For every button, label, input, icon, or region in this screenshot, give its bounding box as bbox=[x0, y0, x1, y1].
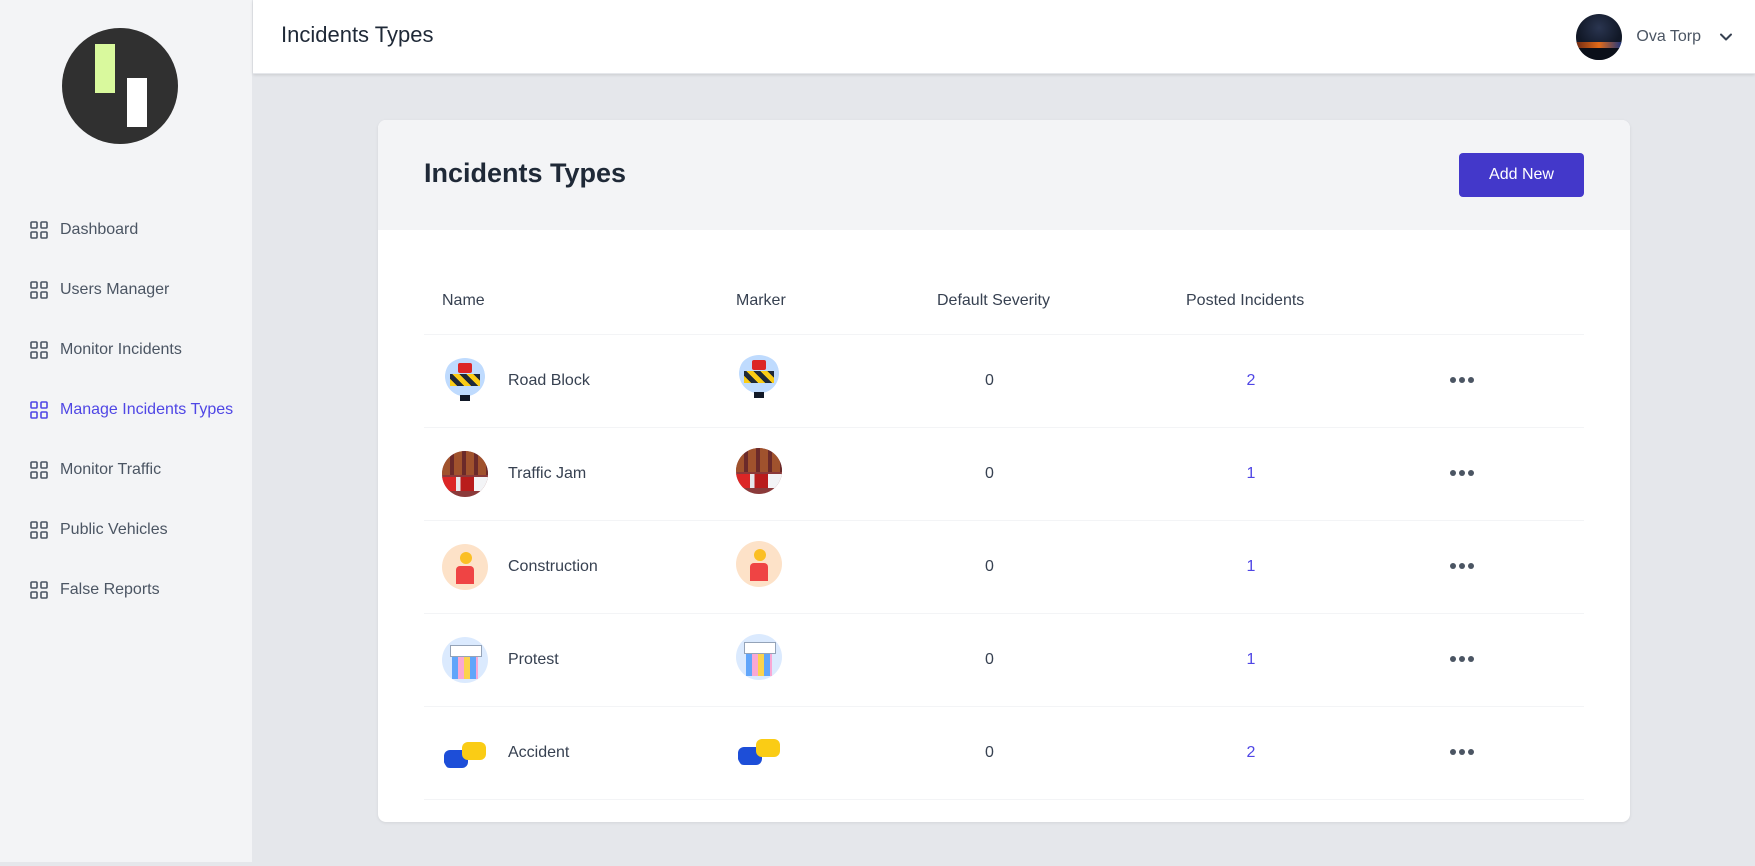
posted-incidents-link[interactable]: 1 bbox=[1186, 465, 1316, 483]
sidebar-item-users-manager[interactable]: Users Manager bbox=[0, 260, 253, 320]
incident-type-name: Accident bbox=[508, 743, 570, 761]
default-severity-value: 0 bbox=[985, 743, 994, 761]
incident-types-table: Name Marker Default Severity Posted Inci… bbox=[424, 268, 1584, 800]
brand-logo-icon[interactable] bbox=[62, 28, 178, 144]
grid-icon bbox=[30, 521, 48, 539]
page-title: Incidents Types bbox=[281, 22, 434, 47]
sidebar: Dashboard Users Manager Monitor Incident… bbox=[0, 0, 253, 862]
column-header-marker[interactable]: Marker bbox=[736, 268, 937, 335]
sidebar-item-label: Users Manager bbox=[60, 281, 170, 298]
default-severity-value: 0 bbox=[985, 371, 994, 389]
grid-icon bbox=[30, 281, 48, 299]
posted-incidents-link[interactable]: 2 bbox=[1186, 372, 1316, 390]
column-header-actions bbox=[1416, 268, 1584, 335]
column-header-default-severity[interactable]: Default Severity bbox=[937, 268, 1186, 335]
table-row: Accident 0 2 bbox=[424, 706, 1584, 800]
default-severity-value: 0 bbox=[985, 557, 994, 575]
accident-icon bbox=[442, 729, 488, 776]
road-block-marker-icon bbox=[736, 355, 782, 401]
table-row: Traffic Jam 0 1 bbox=[424, 427, 1584, 521]
default-severity-value: 0 bbox=[985, 464, 994, 482]
protest-marker-icon bbox=[736, 634, 782, 680]
incident-type-name: Traffic Jam bbox=[508, 464, 587, 482]
accident-marker-icon bbox=[736, 727, 782, 773]
chevron-down-icon[interactable] bbox=[1719, 30, 1733, 44]
more-options-icon[interactable] bbox=[1450, 468, 1476, 478]
sidebar-item-label: False Reports bbox=[60, 581, 160, 598]
user-menu[interactable]: Ova Torp bbox=[1576, 14, 1733, 60]
traffic-jam-icon bbox=[442, 450, 488, 497]
traffic-jam-marker-icon bbox=[736, 448, 782, 494]
table-row: Protest 0 1 bbox=[424, 613, 1584, 707]
sidebar-item-label: Monitor Traffic bbox=[60, 461, 162, 478]
user-name: Ova Torp bbox=[1636, 28, 1701, 45]
sidebar-item-label: Public Vehicles bbox=[60, 521, 168, 538]
more-options-icon[interactable] bbox=[1450, 747, 1476, 757]
grid-icon bbox=[30, 581, 48, 599]
sidebar-item-monitor-traffic[interactable]: Monitor Traffic bbox=[0, 440, 253, 500]
construction-marker-icon bbox=[736, 541, 782, 587]
incident-type-name: Road Block bbox=[508, 371, 590, 389]
grid-icon bbox=[30, 341, 48, 359]
sidebar-item-label: Manage Incidents Types bbox=[60, 401, 234, 418]
sidebar-item-manage-incidents-types[interactable]: Manage Incidents Types bbox=[0, 380, 253, 440]
grid-icon bbox=[30, 401, 48, 419]
add-new-button[interactable]: Add New bbox=[1459, 153, 1584, 197]
incident-types-card: Incidents Types Add New Name Marker Defa… bbox=[378, 120, 1630, 822]
logo-bar-left bbox=[95, 44, 115, 93]
card-title: Incidents Types bbox=[424, 158, 627, 188]
incident-type-name: Protest bbox=[508, 650, 559, 668]
posted-incidents-link[interactable]: 1 bbox=[1186, 651, 1316, 669]
column-header-name[interactable]: Name bbox=[424, 268, 736, 335]
topbar: Incidents Types Ova Torp bbox=[253, 0, 1755, 74]
posted-incidents-link[interactable]: 2 bbox=[1186, 744, 1316, 762]
road-block-icon bbox=[442, 357, 488, 404]
protest-icon bbox=[442, 636, 488, 683]
sidebar-item-false-reports[interactable]: False Reports bbox=[0, 560, 253, 620]
posted-incidents-link[interactable]: 1 bbox=[1186, 558, 1316, 576]
more-options-icon[interactable] bbox=[1450, 654, 1476, 664]
grid-icon bbox=[30, 221, 48, 239]
sidebar-item-label: Dashboard bbox=[60, 221, 139, 238]
sidebar-item-label: Monitor Incidents bbox=[60, 341, 182, 358]
table-header-row: Name Marker Default Severity Posted Inci… bbox=[424, 268, 1584, 335]
incident-type-name: Construction bbox=[508, 557, 598, 575]
grid-icon bbox=[30, 461, 48, 479]
sidebar-item-monitor-incidents[interactable]: Monitor Incidents bbox=[0, 320, 253, 380]
logo-bar-right bbox=[127, 78, 147, 127]
table-row: Construction 0 1 bbox=[424, 520, 1584, 614]
card-header: Incidents Types Add New bbox=[378, 120, 1630, 230]
sidebar-item-public-vehicles[interactable]: Public Vehicles bbox=[0, 500, 253, 560]
more-options-icon[interactable] bbox=[1450, 375, 1476, 385]
sidebar-nav: Dashboard Users Manager Monitor Incident… bbox=[0, 200, 253, 620]
avatar[interactable] bbox=[1576, 14, 1623, 60]
table-row: Road Block 0 2 bbox=[424, 334, 1584, 428]
construction-icon bbox=[442, 543, 488, 590]
column-header-posted-incidents[interactable]: Posted Incidents bbox=[1186, 268, 1416, 335]
default-severity-value: 0 bbox=[985, 650, 994, 668]
sidebar-item-dashboard[interactable]: Dashboard bbox=[0, 200, 253, 260]
more-options-icon[interactable] bbox=[1450, 561, 1476, 571]
